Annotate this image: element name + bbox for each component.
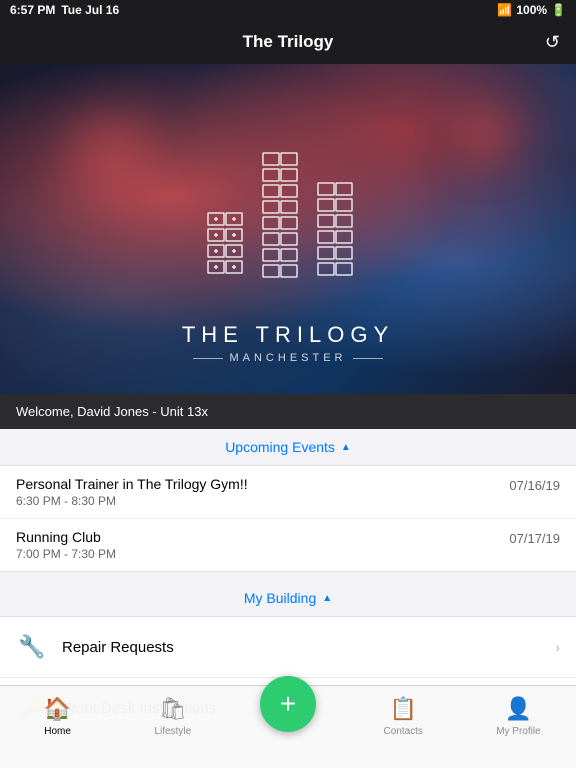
tab-add[interactable]: + [230, 696, 345, 732]
events-list: Personal Trainer in The Trilogy Gym!! 6:… [0, 466, 576, 572]
event-date-0: 07/16/19 [509, 478, 560, 493]
profile-icon: 👤 [505, 696, 532, 722]
lifestyle-icon: 🛍 [159, 696, 187, 722]
event-time-0: 6:30 PM - 8:30 PM [16, 494, 493, 508]
menu-item-repair-requests[interactable]: 🔧 Repair Requests › [0, 617, 576, 678]
event-title-0: Personal Trainer in The Trilogy Gym!! [16, 476, 493, 492]
my-building-label: My Building [244, 590, 316, 606]
contacts-icon: 📋 [390, 696, 417, 722]
nav-title: The Trilogy [243, 32, 334, 52]
repair-requests-chevron: › [555, 639, 560, 655]
event-item-0[interactable]: Personal Trainer in The Trilogy Gym!! 6:… [0, 466, 576, 519]
profile-label: My Profile [496, 726, 540, 737]
trilogy-logo [188, 123, 388, 308]
repair-requests-icon: 🔧 [16, 631, 48, 663]
upcoming-events-header[interactable]: Upcoming Events ▲ [0, 429, 576, 466]
status-bar: 6:57 PM Tue Jul 16 📶 100% 🔋 [0, 0, 576, 20]
tab-bar: 🏠 Home 🛍 Lifestyle + 📋 Contacts 👤 My Pro… [0, 685, 576, 768]
wifi-icon: 📶 [497, 3, 512, 17]
brand-name: THE TRILOGY [182, 322, 394, 348]
scroll-area[interactable]: THE TRILOGY MANCHESTER Welcome, David Jo… [0, 64, 576, 749]
event-title-1: Running Club [16, 529, 493, 545]
tab-lifestyle[interactable]: 🛍 Lifestyle [115, 696, 230, 737]
tab-contacts[interactable]: 📋 Contacts [346, 696, 461, 737]
event-info-0: Personal Trainer in The Trilogy Gym!! 6:… [16, 476, 493, 508]
home-label: Home [44, 726, 71, 737]
date: Tue Jul 16 [61, 3, 119, 17]
status-right: 📶 100% 🔋 [497, 3, 566, 17]
brand-location: MANCHESTER [193, 352, 382, 364]
battery-icon: 🔋 [551, 3, 566, 17]
upcoming-events-arrow: ▲ [341, 442, 351, 453]
status-left: 6:57 PM Tue Jul 16 [10, 3, 119, 17]
upcoming-events-label: Upcoming Events [225, 439, 335, 455]
welcome-text: Welcome, David Jones - Unit 13x [16, 404, 208, 419]
tab-home[interactable]: 🏠 Home [0, 696, 115, 737]
lifestyle-label: Lifestyle [154, 726, 191, 737]
contacts-label: Contacts [383, 726, 422, 737]
time: 6:57 PM [10, 3, 55, 17]
event-time-1: 7:00 PM - 7:30 PM [16, 547, 493, 561]
add-icon: + [280, 690, 296, 718]
tab-profile[interactable]: 👤 My Profile [461, 696, 576, 737]
welcome-bar: Welcome, David Jones - Unit 13x [0, 394, 576, 429]
battery-label: 100% [516, 3, 547, 17]
event-info-1: Running Club 7:00 PM - 7:30 PM [16, 529, 493, 561]
my-building-header[interactable]: My Building ▲ [0, 580, 576, 617]
repair-requests-label: Repair Requests [62, 639, 555, 656]
home-icon: 🏠 [44, 696, 71, 722]
event-date-1: 07/17/19 [509, 531, 560, 546]
refresh-button[interactable]: ↺ [545, 32, 560, 53]
my-building-arrow: ▲ [322, 593, 332, 604]
hero-banner: THE TRILOGY MANCHESTER [0, 64, 576, 394]
add-button[interactable]: + [260, 676, 316, 732]
event-item-1[interactable]: Running Club 7:00 PM - 7:30 PM 07/17/19 [0, 519, 576, 571]
nav-bar: The Trilogy ↺ [0, 20, 576, 64]
